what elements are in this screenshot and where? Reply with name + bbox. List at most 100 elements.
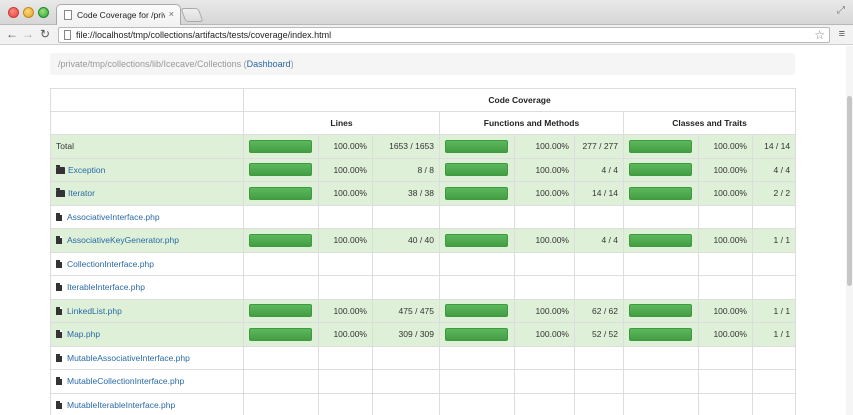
lines-progress-bar (249, 139, 312, 153)
table-row: Exception 100.00% 8 / 8 100.00% 4 / 4 100.00%… (50, 157, 797, 182)
lines-count: 1653 / 1653 (372, 134, 440, 159)
dashboard-link[interactable]: Dashboard (247, 59, 291, 69)
lines-percent: 100.00% (318, 181, 373, 206)
functions-percent: 100.00% (514, 181, 575, 206)
address-bar[interactable]: file://localhost/tmp/collections/artifac… (58, 27, 830, 43)
file-icon (56, 283, 62, 292)
functions-percent: 100.00% (514, 322, 575, 347)
table-row: MutableCollectionInterface.php (50, 369, 797, 394)
close-tab-icon[interactable]: × (169, 9, 174, 19)
table-row: AssociativeInterface.php (50, 204, 797, 229)
functions-percent (514, 345, 575, 370)
folder-icon (56, 164, 65, 174)
classes-percent (698, 204, 753, 229)
lines-percent: 100.00% (318, 157, 373, 182)
lines-progress-bar (249, 304, 312, 318)
file-link[interactable]: AssociativeInterface.php (67, 212, 160, 222)
functions-progress-bar (445, 304, 508, 318)
new-tab-button[interactable] (180, 8, 204, 22)
row-name-cell: MutableAssociativeInterface.php (50, 345, 244, 370)
page-icon (64, 30, 71, 40)
classes-count: 4 / 4 (751, 157, 797, 182)
functions-progress-bar (445, 327, 508, 341)
functions-count: 277 / 277 (574, 134, 624, 159)
file-icon (56, 236, 62, 245)
table-row: Map.php 100.00% 309 / 309 100.00% 52 / 52 100… (50, 322, 797, 347)
table-row: Iterator 100.00% 38 / 38 100.00% 14 / 14 100.… (50, 181, 797, 206)
folder-link[interactable]: Exception (68, 165, 105, 175)
lines-count: 475 / 475 (372, 298, 440, 323)
forward-button[interactable]: → (22, 27, 34, 41)
file-link[interactable]: MutableAssociativeInterface.php (67, 353, 190, 363)
lines-count (372, 369, 440, 394)
table-row: IterableInterface.php (50, 275, 797, 300)
lines-bar-cell (243, 322, 319, 347)
page-scrollbar[interactable] (846, 46, 853, 415)
functions-count: 4 / 4 (574, 157, 624, 182)
table-header-blank (50, 111, 244, 135)
lines-percent (318, 369, 373, 394)
file-link[interactable]: LinkedList.php (67, 306, 122, 316)
classes-progress-bar (629, 233, 692, 247)
row-name-cell: IterableInterface.php (50, 275, 244, 300)
lines-percent: 100.00% (318, 134, 373, 159)
functions-bar-cell (439, 228, 515, 253)
file-link[interactable]: MutableCollectionInterface.php (67, 376, 184, 386)
file-link[interactable]: CollectionInterface.php (67, 259, 154, 269)
classes-bar-cell (623, 204, 699, 229)
functions-count (574, 251, 624, 276)
lines-bar-cell (243, 134, 319, 159)
file-icon (56, 212, 62, 221)
breadcrumb-close-paren: ) (290, 59, 294, 69)
menu-icon[interactable]: ≡ (839, 28, 845, 40)
close-window-button[interactable] (8, 7, 19, 18)
folder-link[interactable]: Iterator (68, 188, 95, 198)
file-icon (56, 259, 62, 268)
file-link[interactable]: IterableInterface.php (67, 282, 145, 292)
fullscreen-icon[interactable]: ⤢ (837, 5, 845, 16)
folder-icon (56, 188, 65, 198)
table-header-functions: Functions and Methods (439, 111, 624, 135)
functions-percent: 100.00% (514, 134, 575, 159)
maximize-window-button[interactable] (38, 7, 49, 18)
classes-progress-bar (629, 139, 692, 153)
row-name-cell: Total (50, 134, 244, 159)
row-name-cell: AssociativeKeyGenerator.php (50, 228, 244, 253)
lines-count: 38 / 38 (372, 181, 440, 206)
functions-bar-cell (439, 134, 515, 159)
functions-percent (514, 392, 575, 415)
breadcrumb: /private/tmp/collections/lib/Icecave/Col… (50, 53, 795, 75)
classes-bar-cell (623, 298, 699, 323)
classes-progress-bar (629, 163, 692, 177)
functions-percent (514, 369, 575, 394)
classes-percent (698, 345, 753, 370)
lines-bar-cell (243, 345, 319, 370)
functions-count (574, 345, 624, 370)
table-row: MutableIterableInterface.php (50, 392, 797, 415)
lines-count (372, 275, 440, 300)
classes-percent: 100.00% (698, 157, 753, 182)
file-link[interactable]: Map.php (67, 329, 100, 339)
functions-percent (514, 275, 575, 300)
scrollbar-thumb[interactable] (847, 96, 852, 286)
table-row: MutableAssociativeInterface.php (50, 345, 797, 370)
classes-bar-cell (623, 181, 699, 206)
classes-bar-cell (623, 392, 699, 415)
url-text[interactable]: file://localhost/tmp/collections/artifac… (76, 30, 331, 40)
file-link[interactable]: AssociativeKeyGenerator.php (67, 235, 179, 245)
lines-progress-bar (249, 163, 312, 177)
file-icon (56, 377, 62, 386)
lines-percent (318, 251, 373, 276)
browser-tab[interactable]: Code Coverage for /private/ × (56, 4, 181, 26)
file-link[interactable]: MutableIterableInterface.php (67, 400, 175, 410)
lines-bar-cell (243, 275, 319, 300)
bookmark-star-icon[interactable]: ☆ (814, 28, 825, 42)
classes-bar-cell (623, 228, 699, 253)
classes-percent: 100.00% (698, 228, 753, 253)
back-button[interactable]: ← (6, 27, 18, 41)
classes-bar-cell (623, 369, 699, 394)
classes-percent: 100.00% (698, 322, 753, 347)
functions-percent (514, 204, 575, 229)
reload-button[interactable]: ↻ (40, 27, 50, 41)
minimize-window-button[interactable] (23, 7, 34, 18)
